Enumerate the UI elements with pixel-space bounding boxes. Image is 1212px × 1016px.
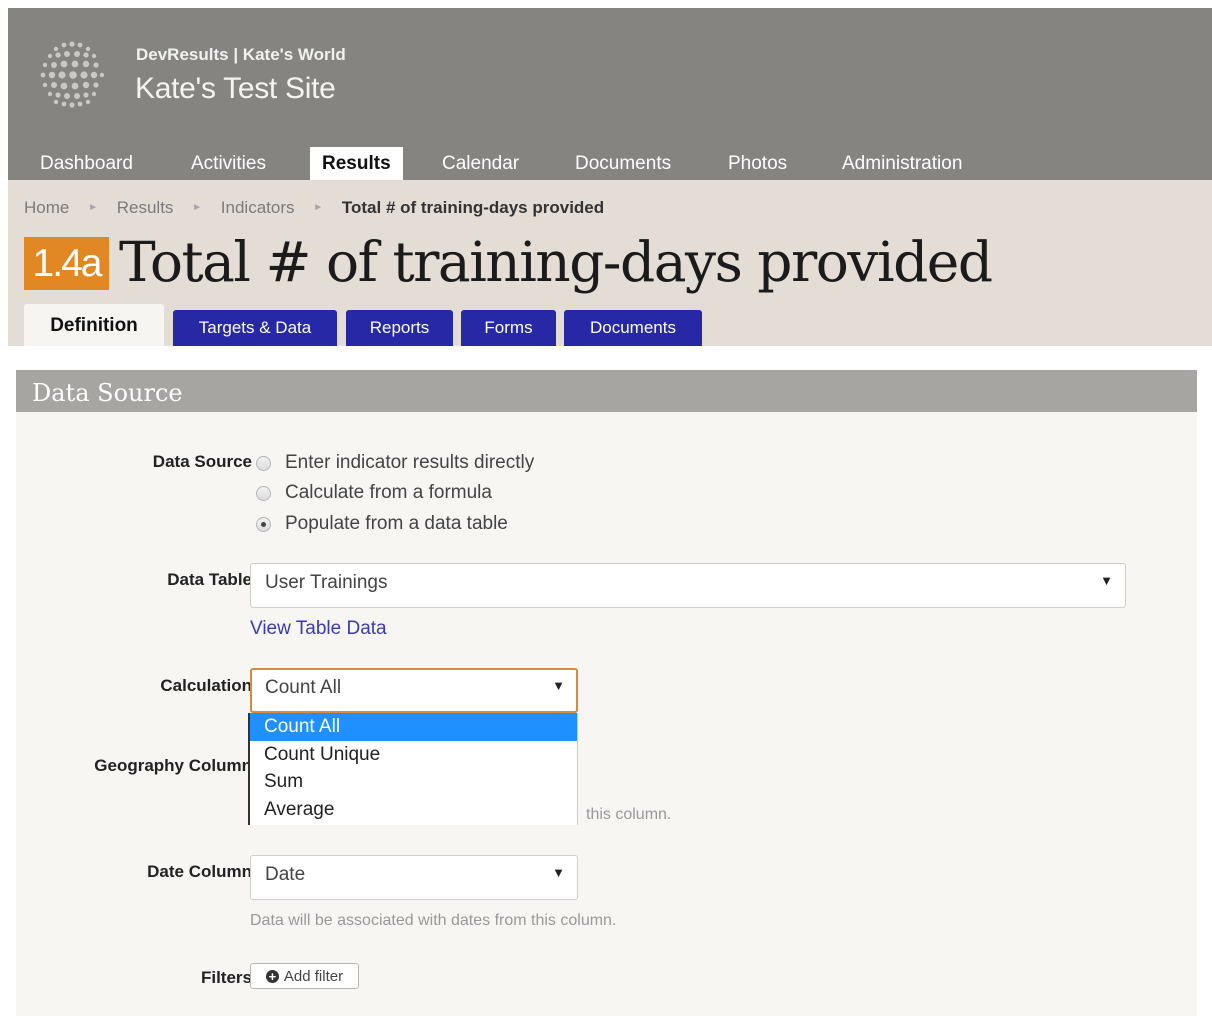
site-title[interactable]: Kate's Test Site	[135, 72, 336, 106]
plus-circle-icon: +	[265, 969, 279, 983]
chevron-down-icon: ▼	[552, 865, 565, 880]
nav-photos[interactable]: Photos	[716, 147, 799, 180]
data-source-label: Data Source	[152, 452, 252, 471]
radio-calculate-formula[interactable]: Calculate from a formula	[256, 481, 492, 505]
option-count-all[interactable]: Count All	[250, 713, 577, 741]
data-table-value: User Trainings	[265, 572, 388, 593]
breadcrumb-home[interactable]: Home	[24, 198, 69, 218]
breadcrumb: Home ► Results ► Indicators ► Total # of…	[24, 197, 604, 218]
main-navigation: Dashboard Activities Results Calendar Do…	[8, 147, 1212, 180]
radio-button-icon[interactable]	[256, 485, 271, 501]
data-source-panel: Data Source Data Source Enter indicator …	[16, 370, 1197, 1016]
nav-dashboard[interactable]: Dashboard	[28, 147, 145, 180]
breadcrumb-separator-icon: ►	[88, 202, 98, 214]
radio-label: Calculate from a formula	[285, 482, 492, 503]
globe-logo-icon[interactable]	[36, 38, 108, 112]
tab-reports[interactable]: Reports	[346, 310, 453, 346]
nav-administration[interactable]: Administration	[830, 147, 974, 180]
breadcrumb-results[interactable]: Results	[117, 198, 174, 218]
calculation-select[interactable]: Count All ▼	[250, 668, 578, 713]
chevron-down-icon: ▼	[552, 678, 565, 693]
radio-button-checked-icon[interactable]	[256, 516, 271, 532]
breadcrumb-current: Total # of training-days provided	[341, 197, 605, 217]
option-average[interactable]: Average	[250, 796, 577, 824]
option-count-unique[interactable]: Count Unique	[250, 741, 577, 769]
geography-help-text: this column.	[586, 806, 672, 823]
tab-definition[interactable]: Definition	[24, 304, 164, 346]
app-header: DevResults | Kate's World Kate's Test Si…	[8, 8, 1212, 180]
nav-calendar[interactable]: Calendar	[430, 147, 531, 180]
radio-label: Populate from a data table	[285, 513, 508, 534]
breadcrumb-separator-icon: ►	[313, 202, 324, 214]
breadcrumb-indicators[interactable]: Indicators	[221, 198, 295, 218]
indicator-code-badge: 1.4a	[24, 237, 109, 290]
nav-documents[interactable]: Documents	[563, 147, 683, 180]
page-title: Total # of training-days provided	[119, 230, 993, 294]
calculation-dropdown-list[interactable]: Count All Count Unique Sum Average	[248, 713, 578, 825]
nav-activities[interactable]: Activities	[179, 147, 278, 180]
calculation-value: Count All	[265, 677, 342, 698]
section-title: Data Source	[16, 370, 1197, 412]
indicator-header: Home ► Results ► Indicators ► Total # of…	[8, 180, 1212, 346]
radio-label: Enter indicator results directly	[285, 452, 535, 473]
calculation-label: Calculation	[160, 676, 252, 695]
date-column-select[interactable]: Date ▼	[250, 855, 578, 900]
date-column-help-text: Data will be associated with dates from …	[250, 912, 617, 929]
tab-documents[interactable]: Documents	[564, 310, 702, 346]
view-table-data-link[interactable]: View Table Data	[250, 618, 387, 640]
geography-column-label: Geography Column	[94, 756, 252, 775]
nav-results[interactable]: Results	[310, 147, 403, 180]
radio-enter-directly[interactable]: Enter indicator results directly	[256, 451, 534, 475]
tab-targets-data[interactable]: Targets & Data	[173, 310, 337, 346]
radio-populate-table[interactable]: Populate from a data table	[256, 512, 508, 536]
data-table-select[interactable]: User Trainings ▼	[250, 563, 1126, 608]
data-table-label: Data Table	[167, 570, 252, 589]
date-column-label: Date Column	[147, 862, 252, 881]
option-sum[interactable]: Sum	[250, 768, 577, 796]
chevron-down-icon: ▼	[1100, 573, 1113, 588]
radio-button-icon[interactable]	[256, 455, 271, 471]
breadcrumb-separator-icon: ►	[192, 202, 203, 214]
add-filter-button[interactable]: + Add filter	[250, 963, 359, 989]
filters-label: Filters	[200, 968, 252, 987]
organization-name: DevResults | Kate's World	[136, 45, 346, 64]
tab-forms[interactable]: Forms	[461, 310, 556, 346]
add-filter-label: Add filter	[283, 967, 344, 985]
date-column-value: Date	[265, 864, 306, 885]
